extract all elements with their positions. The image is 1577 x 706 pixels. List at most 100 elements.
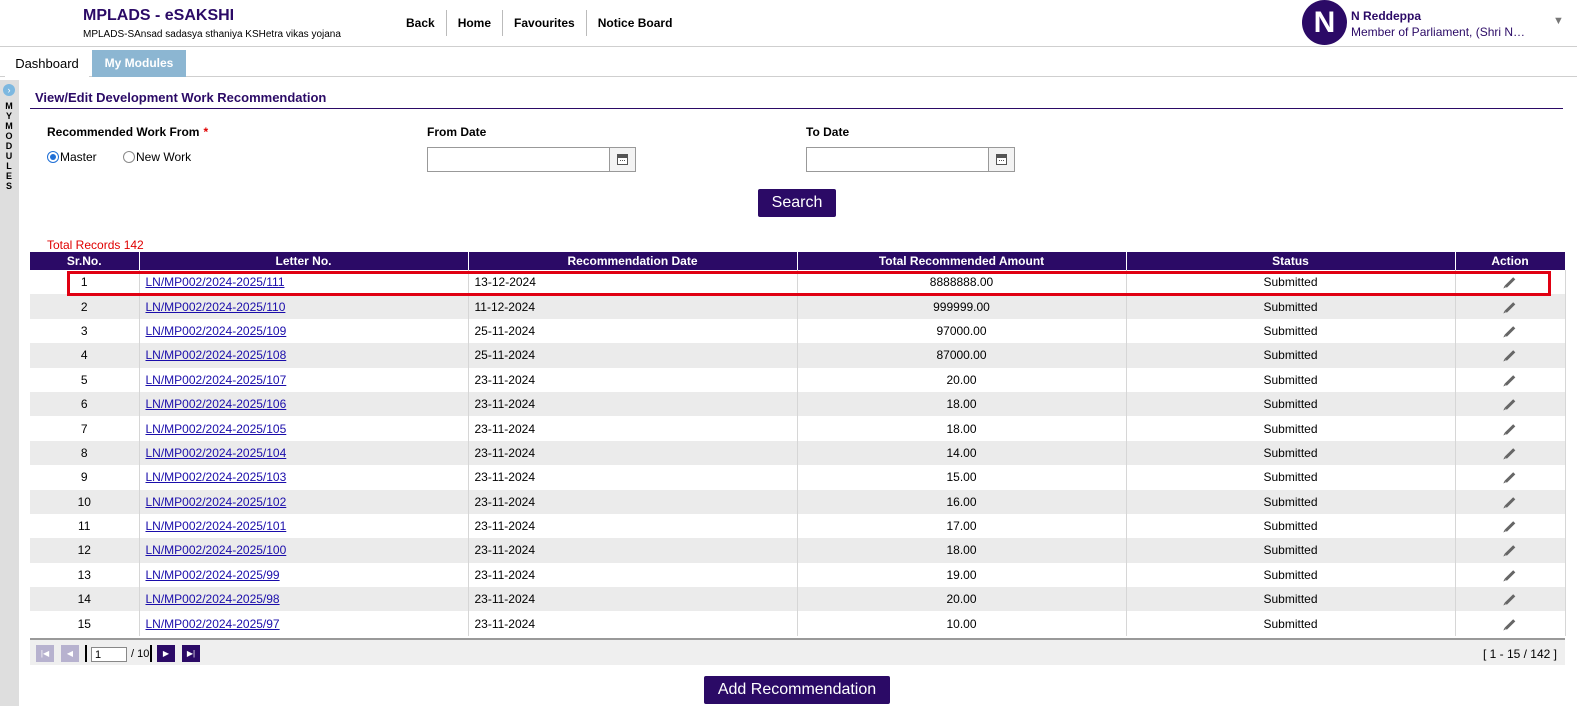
radio-master[interactable]: Master bbox=[47, 150, 97, 164]
expand-arrow-icon[interactable]: › bbox=[3, 84, 15, 96]
cell-status: Submitted bbox=[1126, 440, 1456, 466]
cell-action bbox=[1455, 416, 1566, 441]
edit-pencil-icon[interactable] bbox=[1504, 399, 1516, 410]
letter-no-link[interactable]: LN/MP002/2024-2025/101 bbox=[146, 519, 287, 533]
edit-pencil-icon[interactable] bbox=[1504, 301, 1516, 313]
app-header: MPLADS - eSAKSHI MPLADS-SAnsad sadasya s… bbox=[0, 0, 1577, 47]
radio-new-work-dot[interactable] bbox=[123, 151, 135, 163]
nav-favourites[interactable]: Favourites bbox=[503, 10, 587, 36]
column-header[interactable]: Total Recommended Amount bbox=[797, 252, 1127, 270]
letter-no-link[interactable]: LN/MP002/2024-2025/104 bbox=[146, 446, 287, 460]
cell-recommendation-date: 23-11-2024 bbox=[468, 538, 798, 563]
search-button[interactable]: Search bbox=[758, 189, 836, 217]
cell-status: Submitted bbox=[1126, 294, 1456, 319]
cell-sr-no: 2 bbox=[30, 294, 140, 319]
cell-recommendation-date: 23-11-2024 bbox=[468, 513, 798, 539]
prev-page-button[interactable]: ◀ bbox=[61, 645, 79, 662]
table-row: 2 LN/MP002/2024-2025/110 11-12-2024 999999.… bbox=[30, 294, 1566, 319]
cell-letter-no: LN/MP002/2024-2025/101 bbox=[139, 513, 469, 539]
pagination-bar: |◀ ◀ / 10 ▶ ▶| [ 1 - 15 / 142 ] bbox=[30, 638, 1565, 665]
page-number-input[interactable] bbox=[91, 647, 127, 662]
cell-sr-no: 5 bbox=[30, 367, 140, 392]
table-row: 6 LN/MP002/2024-2025/106 23-11-2024 18.00 Su… bbox=[30, 391, 1566, 417]
next-page-button[interactable]: ▶ bbox=[157, 645, 175, 662]
cell-letter-no: LN/MP002/2024-2025/106 bbox=[139, 391, 469, 417]
column-header[interactable]: Sr.No. bbox=[30, 252, 140, 270]
nav-notice-board[interactable]: Notice Board bbox=[587, 10, 684, 36]
cell-amount: 18.00 bbox=[797, 538, 1127, 563]
from-date-input[interactable] bbox=[427, 147, 610, 172]
edit-pencil-icon[interactable] bbox=[1504, 472, 1516, 484]
cell-amount: 18.00 bbox=[797, 416, 1127, 441]
letter-no-link[interactable]: LN/MP002/2024-2025/110 bbox=[146, 300, 286, 314]
cell-amount: 14.00 bbox=[797, 440, 1127, 466]
add-recommendation-button[interactable]: Add Recommendation bbox=[704, 676, 890, 704]
cell-letter-no: LN/MP002/2024-2025/108 bbox=[139, 343, 469, 368]
cell-amount: 19.00 bbox=[797, 562, 1127, 588]
letter-no-link[interactable]: LN/MP002/2024-2025/109 bbox=[146, 324, 287, 338]
cell-sr-no: 6 bbox=[30, 391, 140, 417]
letter-no-link[interactable]: LN/MP002/2024-2025/111 bbox=[146, 275, 285, 289]
column-header[interactable]: Letter No. bbox=[139, 252, 469, 270]
cell-letter-no: LN/MP002/2024-2025/98 bbox=[139, 587, 469, 612]
cell-amount: 8888888.00 bbox=[797, 270, 1127, 295]
edit-pencil-icon[interactable] bbox=[1504, 618, 1516, 630]
letter-no-link[interactable]: LN/MP002/2024-2025/99 bbox=[146, 568, 280, 582]
edit-pencil-icon[interactable] bbox=[1504, 448, 1516, 459]
cell-letter-no: LN/MP002/2024-2025/99 bbox=[139, 562, 469, 588]
edit-pencil-icon[interactable] bbox=[1504, 545, 1516, 557]
letter-no-link[interactable]: LN/MP002/2024-2025/108 bbox=[146, 348, 287, 362]
nav-back[interactable]: Back bbox=[395, 10, 447, 36]
table-row: 14 LN/MP002/2024-2025/98 23-11-2024 20.00 Su… bbox=[30, 587, 1566, 612]
letter-no-link[interactable]: LN/MP002/2024-2025/107 bbox=[146, 373, 287, 387]
edit-pencil-icon[interactable] bbox=[1504, 570, 1516, 581]
edit-pencil-icon[interactable] bbox=[1504, 594, 1516, 606]
cell-action bbox=[1455, 538, 1566, 563]
radio-master-dot[interactable] bbox=[47, 151, 59, 163]
letter-no-link[interactable]: LN/MP002/2024-2025/103 bbox=[146, 470, 287, 484]
edit-pencil-icon[interactable] bbox=[1504, 350, 1516, 362]
edit-pencil-icon[interactable] bbox=[1504, 277, 1516, 288]
letter-no-link[interactable]: LN/MP002/2024-2025/106 bbox=[146, 397, 287, 411]
chevron-down-icon[interactable]: ▼ bbox=[1553, 15, 1564, 27]
letter-no-link[interactable]: LN/MP002/2024-2025/102 bbox=[146, 495, 287, 509]
avatar[interactable]: N bbox=[1302, 0, 1347, 45]
tab-my-modules[interactable]: My Modules bbox=[92, 50, 186, 77]
to-date-calendar-button[interactable] bbox=[988, 147, 1015, 172]
side-strip-label[interactable]: MY MODULES bbox=[4, 101, 14, 191]
cell-amount: 18.00 bbox=[797, 391, 1127, 417]
cell-amount: 10.00 bbox=[797, 611, 1127, 636]
user-name[interactable]: N Reddeppa bbox=[1351, 9, 1421, 23]
letter-no-link[interactable]: LN/MP002/2024-2025/100 bbox=[146, 543, 287, 557]
column-header[interactable]: Status bbox=[1126, 252, 1456, 270]
table-row: 12 LN/MP002/2024-2025/100 23-11-2024 18.00 S… bbox=[30, 538, 1566, 563]
edit-pencil-icon[interactable] bbox=[1504, 496, 1516, 508]
cell-action bbox=[1455, 318, 1566, 344]
radio-new-work[interactable]: New Work bbox=[123, 150, 191, 164]
edit-pencil-icon[interactable] bbox=[1504, 326, 1516, 337]
edit-pencil-icon[interactable] bbox=[1504, 521, 1516, 532]
edit-pencil-icon[interactable] bbox=[1504, 423, 1516, 435]
first-page-button[interactable]: |◀ bbox=[36, 645, 54, 662]
cell-recommendation-date: 23-11-2024 bbox=[468, 391, 798, 417]
letter-no-link[interactable]: LN/MP002/2024-2025/98 bbox=[146, 592, 280, 606]
nav-home[interactable]: Home bbox=[447, 10, 504, 36]
from-date-calendar-button[interactable] bbox=[609, 147, 636, 172]
cell-status: Submitted bbox=[1126, 513, 1456, 539]
cell-sr-no: 14 bbox=[30, 587, 140, 612]
cell-recommendation-date: 23-11-2024 bbox=[468, 367, 798, 392]
edit-pencil-icon[interactable] bbox=[1504, 374, 1516, 386]
tab-dashboard[interactable]: Dashboard bbox=[5, 50, 89, 77]
last-page-button[interactable]: ▶| bbox=[182, 645, 200, 662]
cell-amount: 97000.00 bbox=[797, 318, 1127, 344]
cell-sr-no: 15 bbox=[30, 611, 140, 636]
cell-letter-no: LN/MP002/2024-2025/107 bbox=[139, 367, 469, 392]
cell-action bbox=[1455, 489, 1566, 514]
letter-no-link[interactable]: LN/MP002/2024-2025/97 bbox=[146, 617, 280, 631]
table-row: 1 LN/MP002/2024-2025/111 13-12-2024 8888888… bbox=[30, 270, 1566, 295]
section-divider bbox=[30, 108, 1563, 109]
column-header[interactable]: Recommendation Date bbox=[468, 252, 798, 270]
letter-no-link[interactable]: LN/MP002/2024-2025/105 bbox=[146, 422, 287, 436]
cell-letter-no: LN/MP002/2024-2025/111 bbox=[139, 270, 469, 295]
to-date-input[interactable] bbox=[806, 147, 989, 172]
